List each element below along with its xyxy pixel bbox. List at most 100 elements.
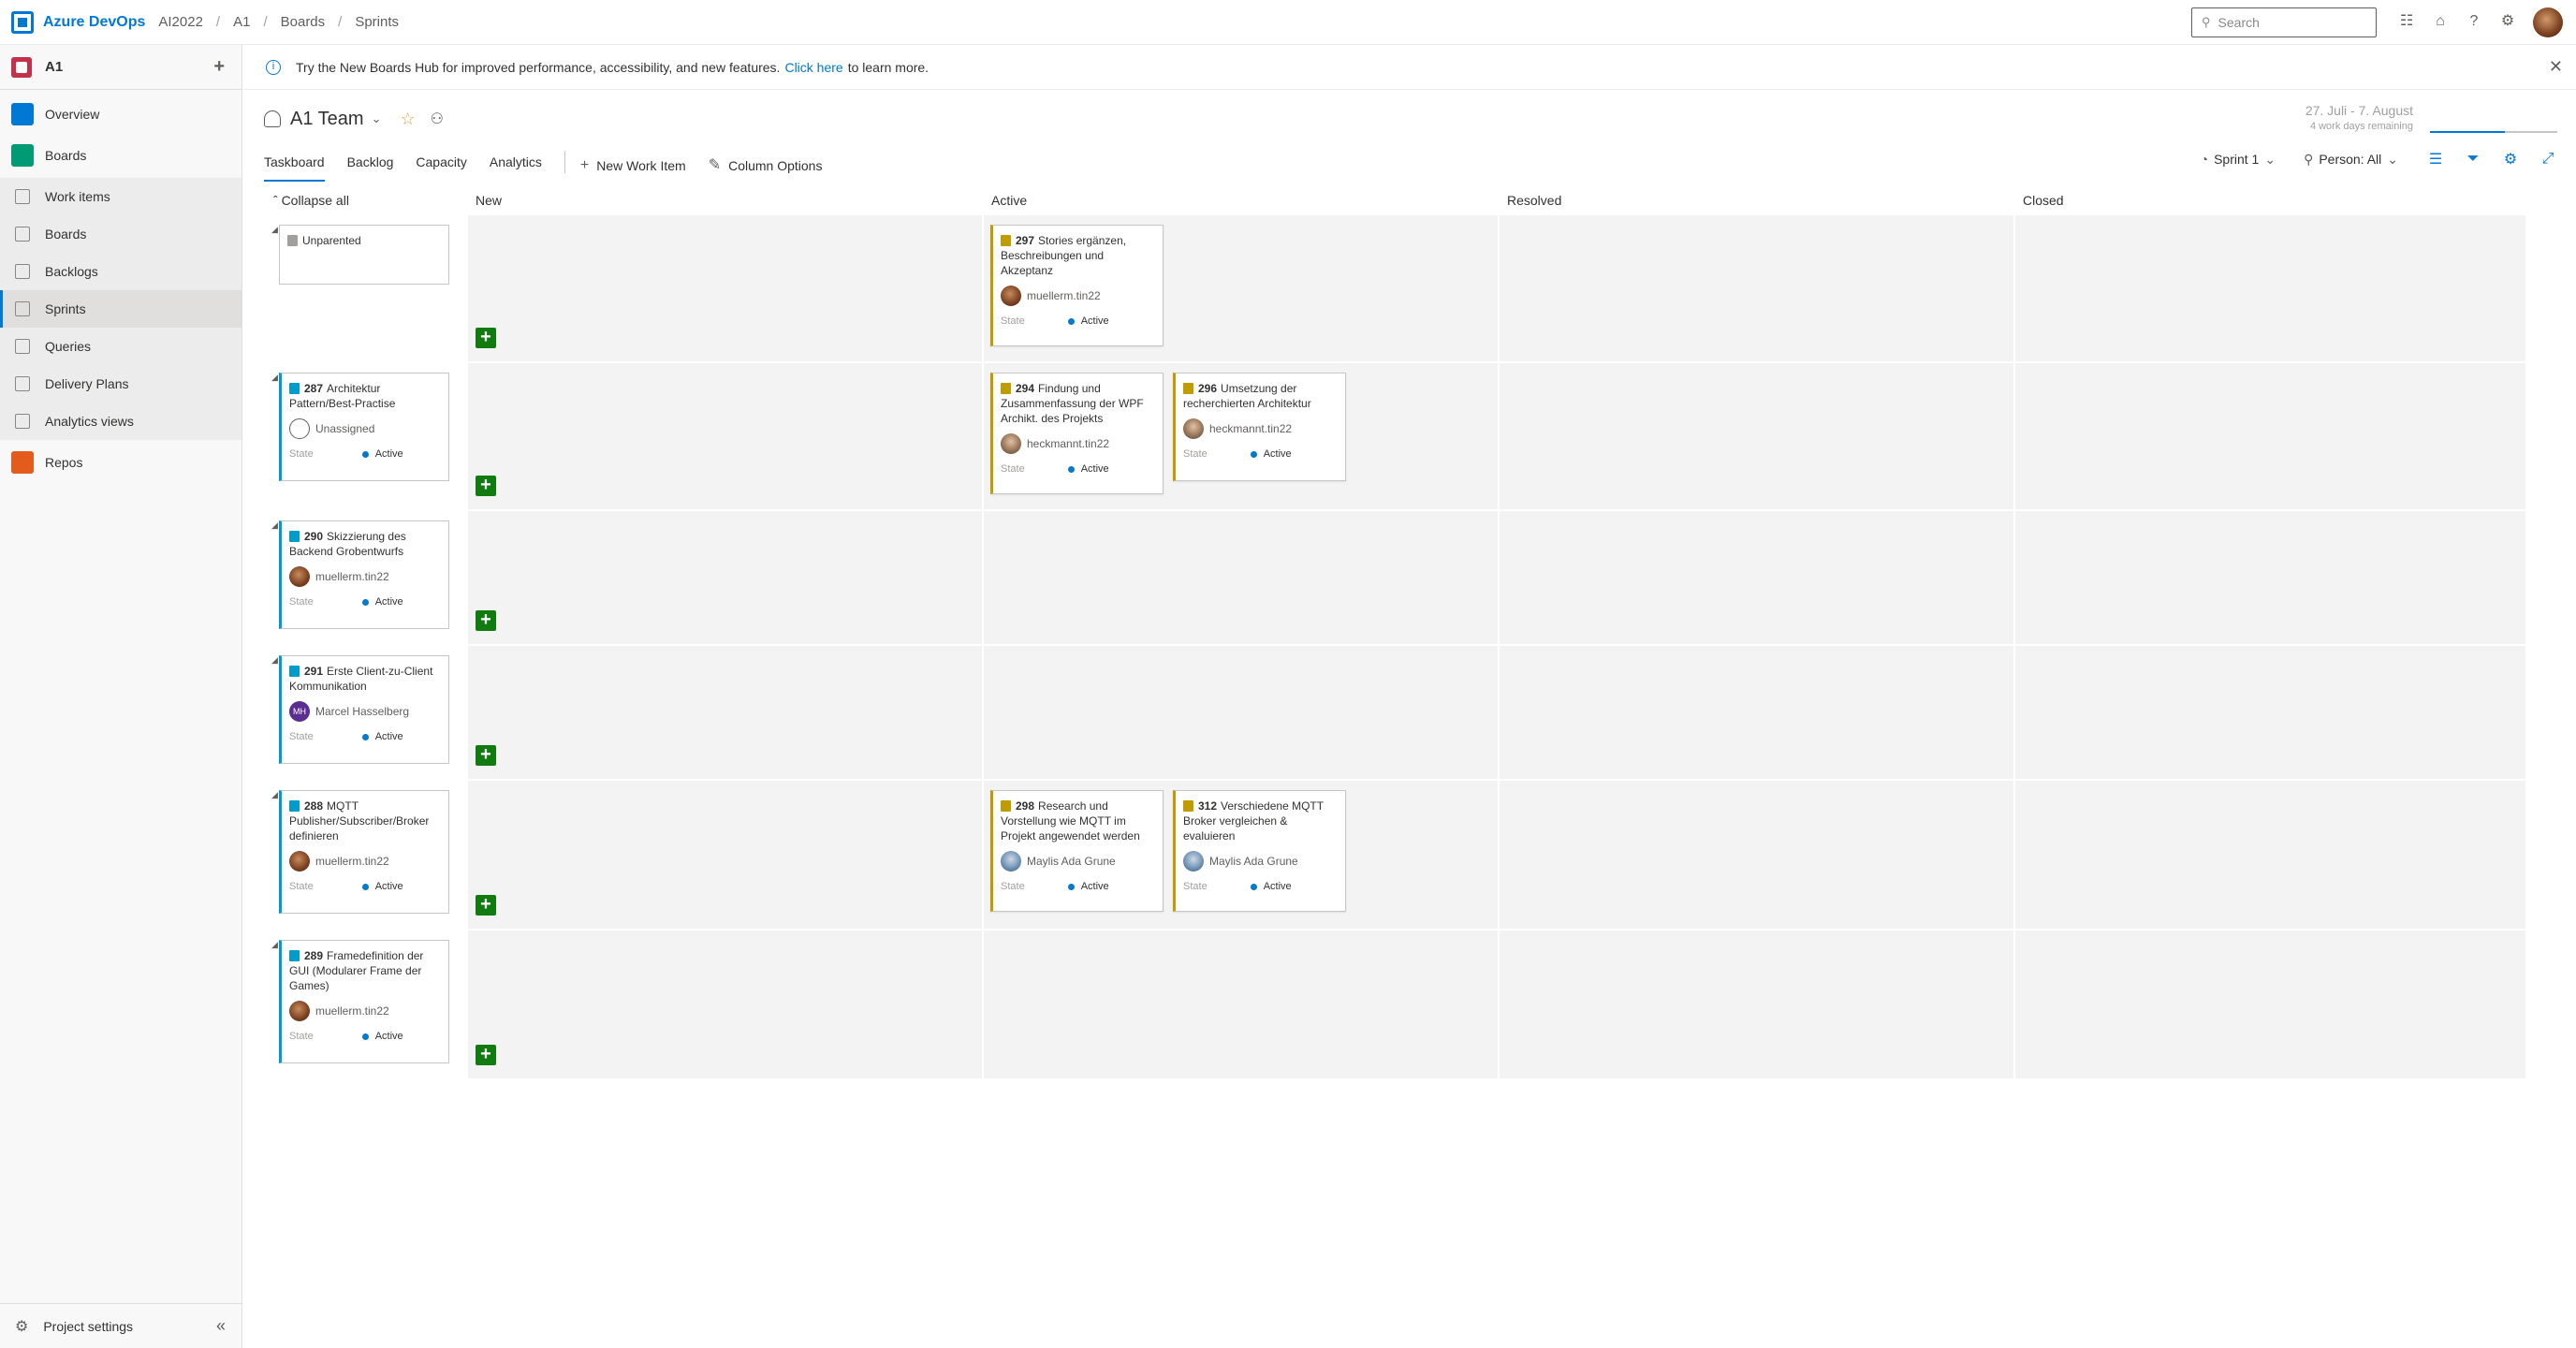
avatar-initials: MH [289, 701, 310, 722]
breadcrumb-sprints[interactable]: Sprints [355, 14, 399, 30]
nav-repos-label: Repos [45, 455, 83, 470]
search-icon: ⚲ [2202, 15, 2211, 29]
add-task-button[interactable]: + [476, 476, 496, 496]
task-card[interactable]: 294 Findung und Zusammenfassung der WPF A… [990, 373, 1164, 494]
parent-card[interactable]: 287 Architektur Pattern/Best-Practise Una… [279, 373, 449, 481]
project-settings[interactable]: ⚙ Project settings « [0, 1303, 242, 1348]
help-icon[interactable]: ? [2464, 11, 2484, 32]
breadcrumb-project[interactable]: A1 [233, 14, 250, 30]
nav-work-items[interactable]: Work items [0, 178, 242, 215]
collapse-row-arrow[interactable]: ◢ [271, 520, 278, 531]
cell-resolved [1500, 363, 2015, 509]
nav-analytics-views[interactable]: Analytics views [0, 403, 242, 440]
column-options-button[interactable]: ✎ Column Options [709, 154, 823, 178]
collapse-row-arrow[interactable]: ◢ [271, 655, 278, 666]
project-settings-label: Project settings [43, 1318, 134, 1334]
task-assignee: Maylis Ada Grune [1209, 855, 1298, 868]
parent-card-unparented[interactable]: Unparented [279, 225, 449, 285]
new-work-item-button[interactable]: + New Work Item [580, 154, 686, 178]
team-name[interactable]: A1 Team [290, 109, 364, 130]
collapse-row-arrow[interactable]: ◢ [271, 790, 278, 800]
new-boards-hub-banner: i Try the New Boards Hub for improved pe… [243, 45, 2576, 90]
state-label: State [1001, 315, 1025, 327]
user-avatar[interactable] [2533, 7, 2563, 37]
collapse-all-button[interactable]: ˆ Collapse all [273, 193, 349, 208]
add-task-button[interactable]: + [476, 610, 496, 631]
parent-card[interactable]: 290 Skizzierung des Backend Grobentwurfs … [279, 520, 449, 629]
sprint-team-icon [264, 110, 281, 127]
state-dot [361, 1033, 369, 1040]
add-task-button[interactable]: + [476, 895, 496, 916]
project-icon [11, 56, 32, 78]
task-card[interactable]: 312 Verschiedene MQTT Broker vergleichen … [1173, 790, 1346, 912]
collapse-nav-icon[interactable]: « [216, 1316, 226, 1336]
parent-card[interactable]: 289 Framedefinition der GUI (Modularer Fr… [279, 940, 449, 1063]
marketplace-bag-icon[interactable]: ⌂ [2430, 11, 2451, 32]
nav-boards-sub[interactable]: Boards [0, 215, 242, 253]
task-state: Active [1263, 448, 1292, 460]
nav-boards[interactable]: Boards [0, 133, 242, 178]
nav-repos[interactable]: Repos [0, 440, 242, 485]
brand-link[interactable]: Azure DevOps [43, 14, 145, 31]
project-header[interactable]: A1 + [0, 45, 242, 90]
collapse-row-arrow[interactable]: ◢ [271, 225, 278, 235]
column-header-resolved: Resolved [1507, 193, 1562, 208]
task-id: 297 [1016, 234, 1035, 247]
parent-id: 290 [304, 530, 324, 543]
parent-state: Active [374, 1031, 403, 1042]
favorite-star-icon[interactable]: ☆ [400, 110, 415, 129]
sprint-picker[interactable]: ◔ Sprint 1 ⌄ [2201, 152, 2281, 168]
nav-sprints[interactable]: Sprints [0, 290, 242, 328]
user-settings-icon[interactable]: ⚙ [2497, 11, 2518, 32]
nav-overview[interactable]: Overview [0, 95, 242, 133]
taskboard: ˆ Collapse all New Active Resolved Close… [264, 187, 2529, 1086]
task-card[interactable]: 297 Stories ergänzen, Beschreibungen und … [990, 225, 1164, 346]
unparented-icon [287, 235, 298, 246]
task-card[interactable]: 298 Research und Vorstellung wie MQTT im … [990, 790, 1164, 912]
parent-state: Active [374, 448, 403, 460]
filter-icon[interactable]: ⏷ [2464, 151, 2482, 168]
tab-backlog[interactable]: Backlog [347, 150, 394, 182]
add-task-button[interactable]: + [476, 328, 496, 348]
search-box[interactable]: ⚲ Search [2191, 7, 2377, 37]
settings-gear-icon[interactable]: ⚙ [2501, 150, 2520, 168]
parent-state: Active [374, 881, 403, 892]
nav-delivery-plans-label: Delivery Plans [45, 376, 129, 391]
parent-id: 287 [304, 382, 324, 395]
breadcrumb-boards[interactable]: Boards [281, 14, 326, 30]
parent-card[interactable]: 291 Erste Client-zu-Client Kommunikation … [279, 655, 449, 764]
work-items-list-icon[interactable]: ☷ [2396, 11, 2417, 32]
close-icon[interactable]: ✕ [2549, 57, 2563, 77]
breadcrumb-org[interactable]: AI2022 [158, 14, 203, 30]
new-plus-icon[interactable]: + [213, 56, 225, 78]
state-label: State [1001, 463, 1025, 475]
add-task-button[interactable]: + [476, 745, 496, 766]
task-card[interactable]: 296 Umsetzung der recherchierten Architek… [1173, 373, 1346, 481]
tab-analytics[interactable]: Analytics [490, 150, 542, 182]
team-members-icon[interactable]: ⚇ [431, 110, 444, 128]
user-story-icon [289, 531, 300, 542]
avatar [1001, 433, 1021, 454]
swimlane-row: + [468, 509, 2527, 644]
collapse-row-arrow[interactable]: ◢ [271, 373, 278, 383]
task-icon [1001, 800, 1011, 812]
nav-backlogs[interactable]: Backlogs [0, 253, 242, 290]
fullscreen-icon[interactable]: ⤢ [2539, 151, 2557, 168]
banner-link[interactable]: Click here [784, 60, 842, 75]
azure-devops-logo-icon[interactable] [11, 10, 34, 34]
add-task-button[interactable]: + [476, 1045, 496, 1065]
view-options-icon[interactable]: ☰ [2426, 150, 2445, 168]
state-dot [361, 450, 369, 458]
banner-text: Try the New Boards Hub for improved perf… [296, 59, 781, 75]
cell-resolved [1500, 646, 2015, 779]
parent-card[interactable]: 288 MQTT Publisher/Subscriber/Broker defi… [279, 790, 449, 914]
chevron-down-icon[interactable]: ⌄ [372, 111, 382, 126]
tab-capacity[interactable]: Capacity [416, 150, 466, 182]
tab-taskboard[interactable]: Taskboard [264, 150, 325, 182]
person-filter[interactable]: ⚲ Person: All ⌄ [2304, 152, 2404, 168]
collapse-row-arrow[interactable]: ◢ [271, 940, 278, 950]
task-icon [1001, 383, 1011, 394]
nav-queries[interactable]: Queries [0, 328, 242, 365]
nav-delivery-plans[interactable]: Delivery Plans [0, 365, 242, 403]
user-story-icon [289, 666, 300, 677]
